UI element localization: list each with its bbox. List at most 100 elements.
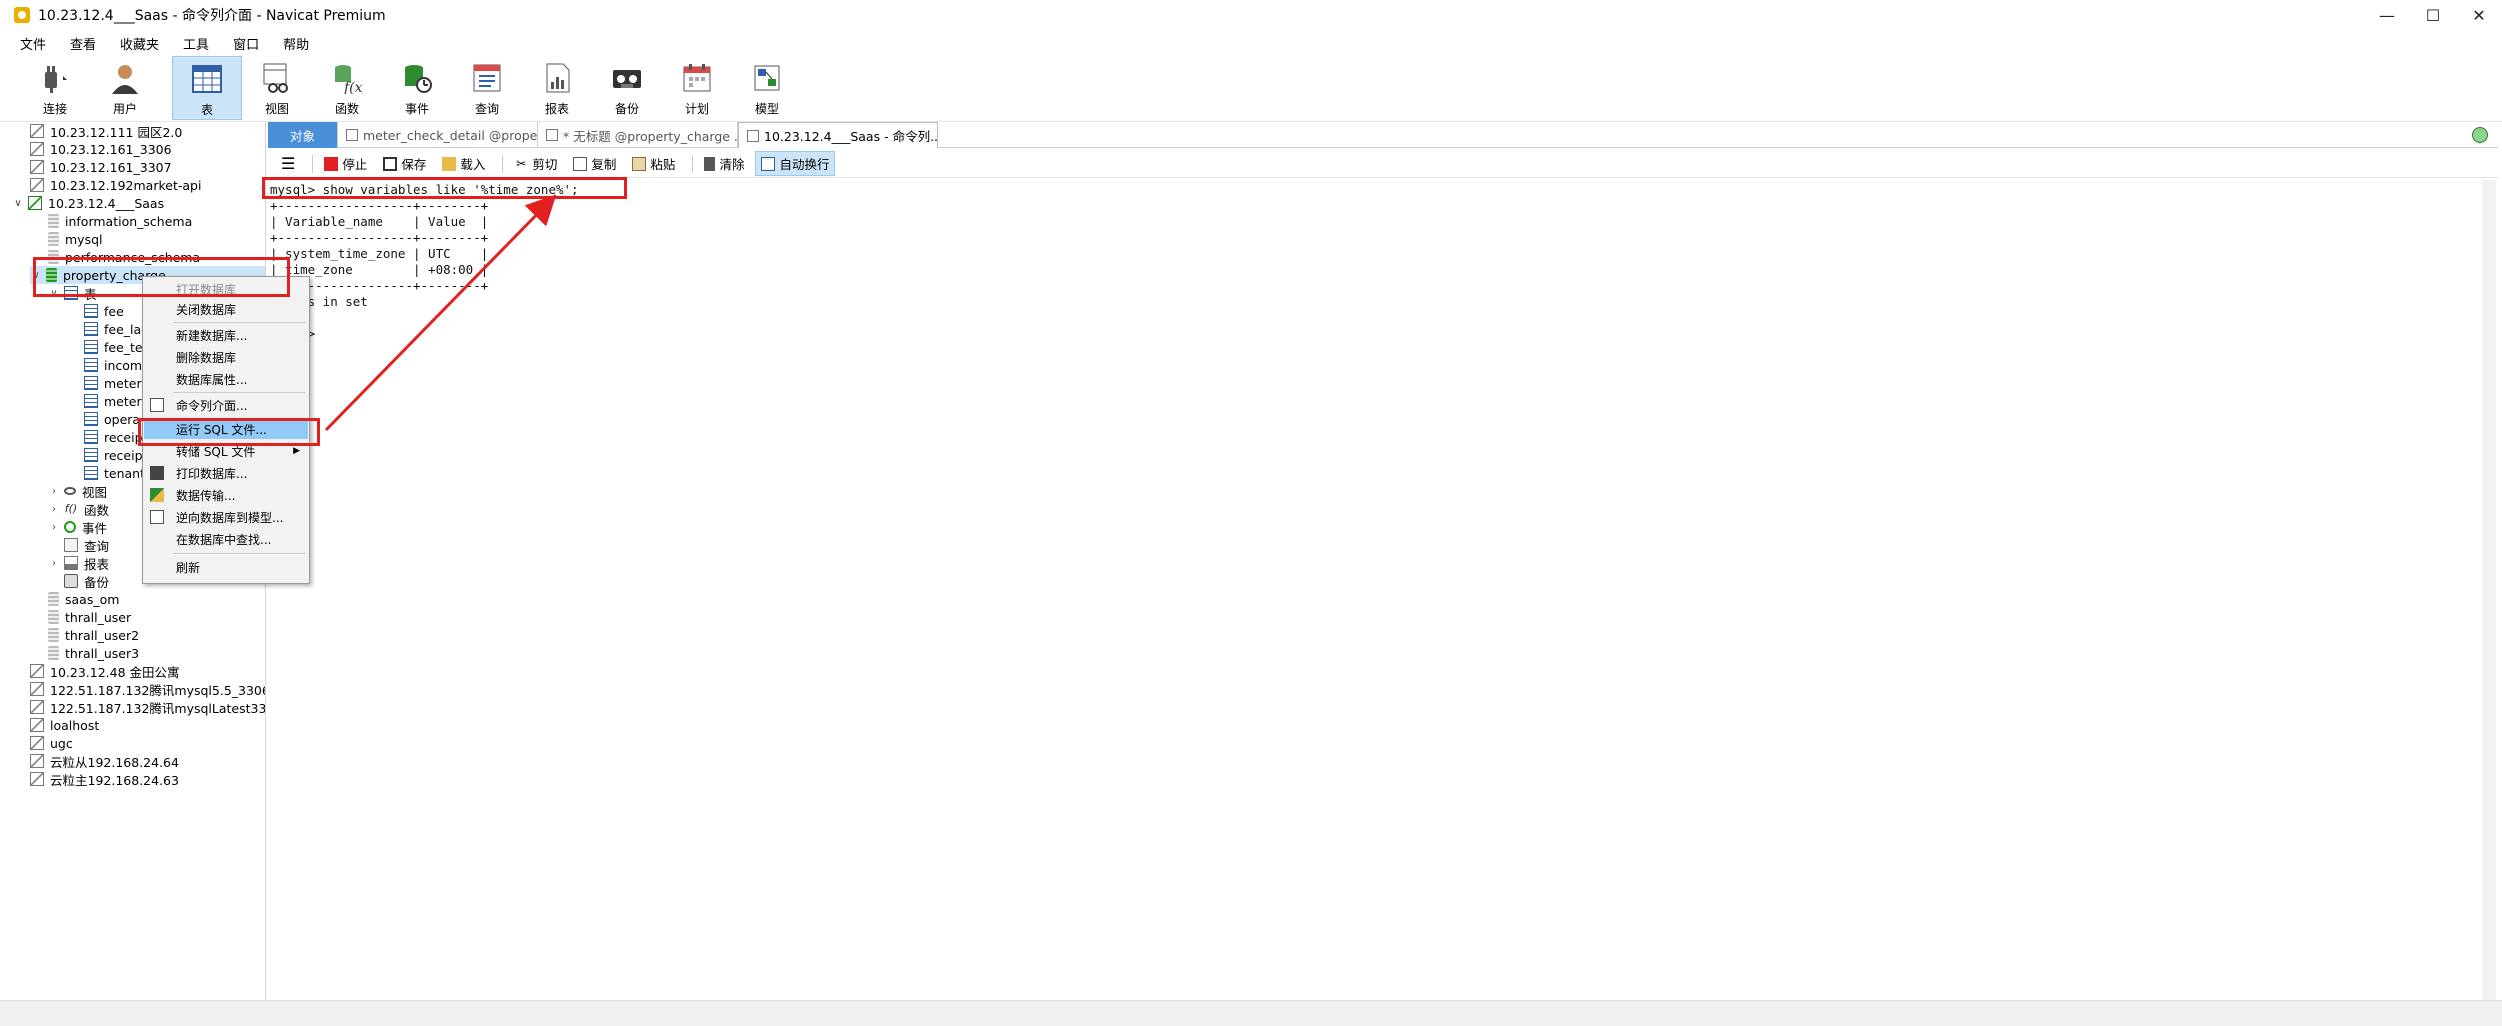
cut-button[interactable]: ✂ 剪切: [509, 152, 562, 175]
toolbar-query-button[interactable]: 查询: [452, 56, 522, 120]
tree-item-database[interactable]: thrall_user2: [48, 626, 139, 644]
tree-item-database[interactable]: thrall_user: [48, 608, 131, 626]
tree-item-reports-group[interactable]: › 报表: [48, 554, 109, 572]
toolbar-user-button[interactable]: 用户: [90, 56, 160, 120]
stop-button[interactable]: 停止: [319, 152, 372, 175]
chevron-right-icon[interactable]: ›: [48, 486, 60, 497]
tree-item-table[interactable]: tenant: [84, 464, 145, 482]
chevron-right-icon[interactable]: ›: [48, 558, 60, 569]
menu-item-reverse-to-model[interactable]: 逆向数据库到模型...: [144, 507, 308, 527]
maximize-button[interactable]: ☐: [2410, 0, 2456, 30]
menu-item-console[interactable]: 命令列介面...: [144, 395, 308, 415]
menu-item-find-in-database[interactable]: 在数据库中查找...: [144, 529, 308, 549]
chevron-right-icon[interactable]: ›: [48, 504, 60, 515]
tree-item-database[interactable]: thrall_user3: [48, 644, 139, 662]
clear-button[interactable]: 清除: [699, 152, 749, 175]
toolbar-table-button[interactable]: 表: [172, 56, 242, 120]
database-icon: [48, 214, 59, 228]
tree-item-table[interactable]: fee: [84, 302, 124, 320]
toolbar-backup-button[interactable]: 备份: [592, 56, 662, 120]
tab-objects[interactable]: 对象: [268, 122, 338, 148]
tree-item-functions-group[interactable]: › f() 函数: [48, 500, 109, 518]
connection-icon: [30, 160, 44, 174]
chevron-down-icon[interactable]: ∨: [12, 198, 24, 209]
toolbar-model-button[interactable]: 模型: [732, 56, 802, 120]
tree-item-connection[interactable]: 10.23.12.161_3307: [30, 158, 172, 176]
paste-button[interactable]: 粘贴: [627, 152, 680, 175]
menu-window[interactable]: 窗口: [221, 34, 271, 53]
tree-item-connection[interactable]: 122.51.187.132腾讯mysqlLatest3307: [30, 698, 265, 716]
tree-item-database[interactable]: mysql: [48, 230, 103, 248]
menu-view[interactable]: 查看: [58, 34, 108, 53]
word-wrap-toggle[interactable]: 自动换行: [755, 151, 836, 176]
tree-item-table[interactable]: meter: [84, 374, 142, 392]
tree-item-connection[interactable]: 10.23.12.111 园区2.0: [30, 122, 182, 140]
load-button[interactable]: 载入: [437, 152, 490, 175]
menu-item-data-transfer[interactable]: 数据传输...: [144, 485, 308, 505]
connection-icon: [30, 142, 44, 156]
tab-console[interactable]: 10.23.12.4___Saas - 命令列...: [738, 122, 938, 148]
tree-item-connection-saas[interactable]: ∨ 10.23.12.4___Saas: [12, 194, 164, 212]
minimize-button[interactable]: —: [2364, 0, 2410, 30]
tree-item-connection[interactable]: 10.23.12.48 金田公寓: [30, 662, 180, 680]
toolbar-function-button[interactable]: f(x) 函数: [312, 56, 382, 120]
close-button[interactable]: ✕: [2456, 0, 2502, 30]
tree-item-table[interactable]: receip: [84, 428, 143, 446]
tree-item-table[interactable]: receip: [84, 446, 143, 464]
menu-item-print-database[interactable]: 打印数据库...: [144, 463, 308, 483]
tree-item-connection[interactable]: ugc: [30, 734, 73, 752]
tree-item-connection[interactable]: 10.23.12.192market-api: [30, 176, 201, 194]
main-toolbar: 连接 用户 表 视图 f(x) 函数 事件 查询 报表 备份 计划 模型: [0, 56, 2502, 122]
console-menu-button[interactable]: ☰: [276, 152, 300, 175]
menu-item-refresh[interactable]: 刷新: [144, 557, 308, 577]
tree-item-table[interactable]: fee_ten: [84, 338, 151, 356]
chevron-right-icon[interactable]: ›: [48, 522, 60, 533]
menu-item-database-properties[interactable]: 数据库属性...: [144, 369, 308, 389]
toolbar-connect-button[interactable]: 连接: [20, 56, 90, 120]
tree-item-events-group[interactable]: › 事件: [48, 518, 107, 536]
toolbar-view-button[interactable]: 视图: [242, 56, 312, 120]
tree-item-table[interactable]: fee_lad: [84, 320, 149, 338]
tree-item-database[interactable]: information_schema: [48, 212, 192, 230]
view-icon: [64, 487, 76, 495]
tree-item-queries-group[interactable]: 查询: [64, 536, 109, 554]
save-icon: [383, 156, 398, 171]
tree-item-backups-group[interactable]: 备份: [64, 572, 109, 590]
menu-item-close-database[interactable]: 关闭数据库: [144, 299, 308, 319]
console-line: | time_zone | +08:00 |: [270, 262, 489, 277]
tree-item-views-group[interactable]: › 视图: [48, 482, 107, 500]
menu-file[interactable]: 文件: [8, 34, 58, 53]
tree-item-connection[interactable]: 云粒从192.168.24.64: [30, 752, 179, 770]
connection-icon: [30, 178, 44, 192]
tree-item-table[interactable]: meter: [84, 392, 142, 410]
window-controls: — ☐ ✕: [2364, 0, 2502, 30]
annotation-box-database: [33, 257, 290, 297]
console-output[interactable]: mysql> show variables like '%time_zone%'…: [268, 180, 2480, 1000]
menu-item-new-database[interactable]: 新建数据库...: [144, 325, 308, 345]
tree-item-table[interactable]: opera: [84, 410, 140, 428]
save-button[interactable]: 保存: [378, 152, 431, 175]
menu-favorites[interactable]: 收藏夹: [108, 34, 171, 53]
report-icon: [546, 63, 570, 93]
table-icon: [346, 129, 358, 141]
tab-untitled-query[interactable]: * 无标题 @property_charge ...: [538, 122, 738, 148]
toolbar-schedule-button[interactable]: 计划: [662, 56, 732, 120]
status-bar: [0, 1000, 2502, 1026]
tree-item-connection[interactable]: 10.23.12.161_3306: [30, 140, 172, 158]
tree-item-connection[interactable]: 122.51.187.132腾讯mysql5.5_3306: [30, 680, 265, 698]
menu-item-delete-database[interactable]: 删除数据库: [144, 347, 308, 367]
toolbar-event-button[interactable]: 事件: [382, 56, 452, 120]
copy-button[interactable]: 复制: [568, 152, 621, 175]
tree-item-table[interactable]: incom: [84, 356, 142, 374]
tab-meter-check-detail[interactable]: meter_check_detail @prope...: [338, 122, 538, 148]
menu-help[interactable]: 帮助: [271, 34, 321, 53]
vertical-scrollbar[interactable]: [2482, 180, 2496, 1000]
menu-tools[interactable]: 工具: [171, 34, 221, 53]
toolbar-report-button[interactable]: 报表: [522, 56, 592, 120]
tree-item-connection[interactable]: 云粒主192.168.24.63: [30, 770, 179, 788]
tree-item-database[interactable]: saas_om: [48, 590, 119, 608]
menu-bar: 文件 查看 收藏夹 工具 窗口 帮助: [0, 30, 2502, 56]
tree-item-connection[interactable]: loalhost: [30, 716, 99, 734]
connection-status-icon[interactable]: [2472, 127, 2488, 143]
